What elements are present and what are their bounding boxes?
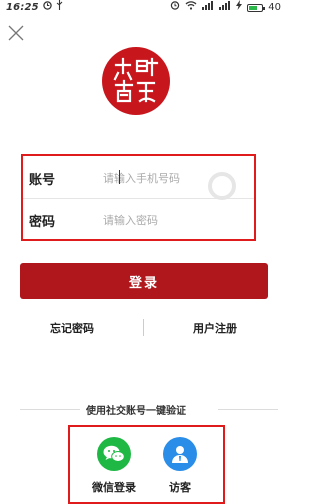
usb-icon [56, 0, 63, 15]
guest-login-label: 访客 [169, 481, 191, 494]
charging-icon [236, 0, 243, 15]
signal-icon [219, 0, 231, 15]
battery-icon [247, 3, 266, 12]
loading-ring-icon [208, 172, 236, 200]
app-logo [102, 47, 170, 115]
password-row: 密码 [23, 200, 254, 240]
wechat-login-button[interactable]: 微信登录 [84, 437, 144, 495]
login-button[interactable]: 登录 [20, 263, 268, 299]
close-button[interactable] [8, 25, 24, 41]
login-form: 账号 密码 [21, 154, 256, 241]
guest-login-button[interactable]: 访客 [150, 437, 210, 495]
status-bar-right: 40 [170, 0, 281, 15]
wechat-icon [97, 437, 131, 471]
wifi-icon [185, 0, 197, 15]
status-time: 16:25 [6, 1, 39, 13]
wechat-login-label: 微信登录 [92, 481, 136, 494]
text-cursor [119, 170, 120, 184]
social-login-area: 微信登录 访客 [68, 425, 225, 504]
divider-left [20, 409, 80, 410]
close-icon [8, 25, 24, 41]
status-bar: 16:25 40 [0, 0, 287, 14]
password-input[interactable] [99, 212, 254, 228]
divider-right [218, 409, 278, 410]
alarm-icon [170, 0, 180, 15]
links-divider [143, 319, 144, 336]
account-label: 账号 [29, 172, 56, 188]
battery-level: 40 [268, 1, 281, 13]
forgot-password-link[interactable]: 忘记密码 [50, 320, 94, 336]
password-label: 密码 [29, 214, 56, 230]
guest-user-icon [163, 437, 197, 471]
social-login-title: 使用社交账号一键验证 [86, 406, 186, 417]
signal-icon [202, 0, 214, 15]
clock-icon [43, 0, 52, 15]
logo-seal-icon [113, 57, 159, 103]
register-link[interactable]: 用户注册 [193, 320, 237, 336]
form-divider [23, 198, 254, 199]
status-bar-left: 16:25 [6, 0, 63, 15]
